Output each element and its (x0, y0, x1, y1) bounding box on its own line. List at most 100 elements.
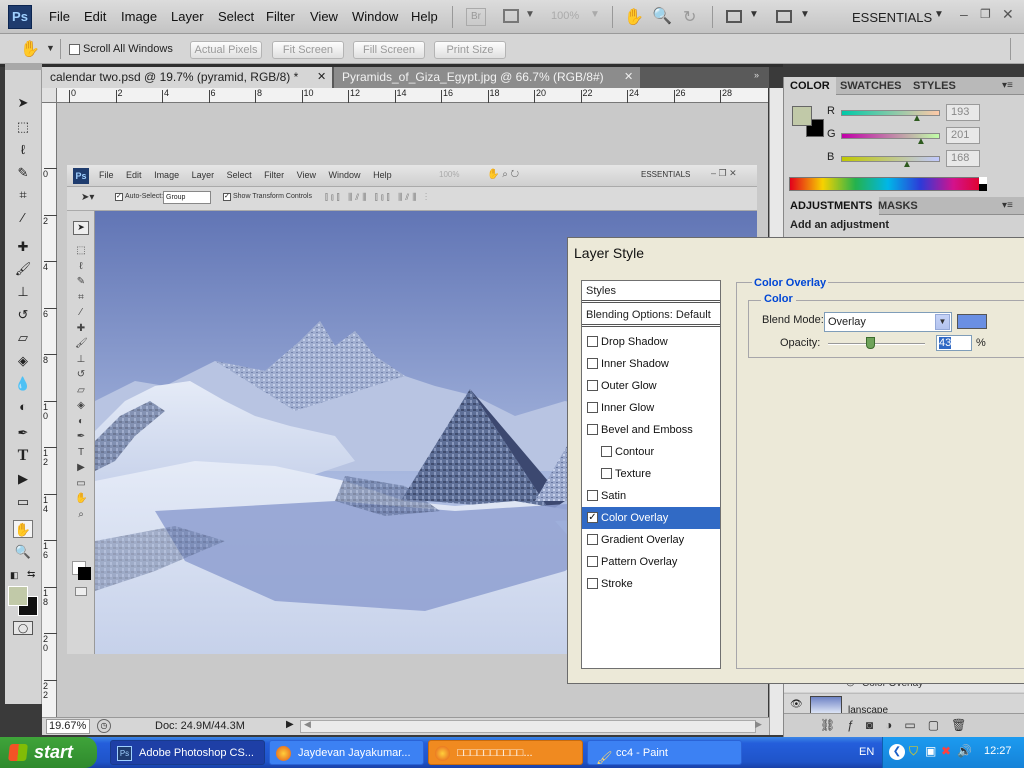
view-extras-icon[interactable] (503, 9, 519, 23)
bridge-button[interactable]: Br (466, 8, 486, 26)
blur-tool-icon[interactable]: 💧 (13, 375, 33, 393)
style-checkbox[interactable] (587, 578, 598, 589)
panel-menu-icon[interactable]: ▾≡ (1002, 200, 1013, 211)
menu-layer[interactable]: Layer (171, 0, 204, 34)
quick-mask-icon[interactable]: ◯ (13, 621, 33, 635)
close-icon[interactable]: ✕ (317, 67, 326, 88)
minimize-icon[interactable]: – (960, 6, 968, 22)
path-selection-tool-icon[interactable]: ▶ (13, 470, 33, 488)
chevron-down-icon[interactable]: ▼ (935, 314, 950, 330)
tray-back-icon[interactable]: ❮ (889, 744, 905, 760)
b-slider-thumb-icon[interactable]: ▲ (902, 159, 912, 170)
style-item-pattern-overlay[interactable]: Pattern Overlay (582, 551, 720, 573)
menu-edit[interactable]: Edit (84, 0, 106, 34)
opacity-slider[interactable] (828, 343, 925, 345)
eraser-tool-icon[interactable]: ▱ (13, 329, 33, 347)
print-size-button[interactable]: Print Size (434, 41, 506, 59)
tab-masks[interactable]: MASKS (872, 197, 924, 215)
b-value-field[interactable]: 168 (946, 150, 980, 167)
style-item-drop-shadow[interactable]: Drop Shadow (582, 331, 720, 353)
style-checkbox[interactable] (601, 468, 612, 479)
task-paint[interactable]: 🖌 cc4 - Paint (587, 740, 742, 765)
g-value-field[interactable]: 201 (946, 127, 980, 144)
tab-color[interactable]: COLOR (784, 77, 836, 95)
eyedropper-tool-icon[interactable]: ⁄ (13, 209, 33, 227)
zoom-level[interactable]: 100% (551, 10, 579, 22)
actual-pixels-button[interactable]: Actual Pixels (190, 41, 262, 59)
style-checkbox[interactable] (587, 534, 598, 545)
style-checkbox[interactable] (587, 336, 598, 347)
scroll-right-icon[interactable]: ▶ (755, 719, 762, 730)
layer-row[interactable]: 👁 lanscape (784, 693, 1024, 716)
clone-stamp-tool-icon[interactable]: ⊥ (13, 283, 33, 301)
chevron-down-icon[interactable]: ▼ (525, 9, 535, 20)
style-checkbox[interactable] (587, 380, 598, 391)
healing-brush-tool-icon[interactable]: ✚ (13, 238, 33, 256)
style-item-satin[interactable]: Satin (582, 485, 720, 507)
menu-filter[interactable]: Filter (266, 0, 295, 34)
close-icon[interactable]: ✕ (624, 67, 633, 88)
menu-window[interactable]: Window (352, 0, 398, 34)
tab-swatches[interactable]: SWATCHES (834, 77, 908, 95)
chevron-down-icon[interactable]: ▼ (46, 43, 55, 53)
horizontal-scrollbar[interactable] (300, 720, 756, 733)
menu-file[interactable]: File (49, 0, 70, 34)
zoom-icon[interactable]: 🔍 (652, 6, 672, 26)
shield-icon[interactable]: ⛉ (909, 744, 918, 759)
brush-tool-icon[interactable]: 🖌 (13, 260, 33, 278)
blend-mode-select[interactable]: Overlay ▼ (824, 312, 952, 332)
task-photoshop[interactable]: Ps Adobe Photoshop CS... (110, 740, 265, 765)
close-icon[interactable]: ✕ (1002, 6, 1014, 23)
opacity-slider-thumb[interactable] (865, 337, 875, 349)
style-item-stroke[interactable]: Stroke (582, 573, 720, 595)
screen-mode-icon[interactable] (776, 10, 792, 23)
styles-header[interactable]: Styles (582, 281, 720, 303)
blending-options-item[interactable]: Blending Options: Default (582, 305, 720, 327)
style-checkbox[interactable] (587, 358, 598, 369)
status-info-icon[interactable]: ◷ (97, 719, 111, 733)
style-checkbox[interactable] (601, 446, 612, 457)
quick-selection-tool-icon[interactable]: ✎ (13, 164, 33, 182)
chevron-down-icon[interactable]: ▼ (934, 9, 944, 20)
panel-collapse-icon[interactable]: » (754, 70, 759, 80)
menu-image[interactable]: Image (121, 0, 157, 34)
fit-screen-button[interactable]: Fit Screen (272, 41, 344, 59)
start-button[interactable]: start (0, 737, 97, 768)
chevron-down-icon[interactable]: ▼ (749, 9, 759, 20)
hand-tool-icon[interactable]: ✋ (20, 39, 40, 59)
g-slider-thumb-icon[interactable]: ▲ (916, 136, 926, 147)
fill-screen-button[interactable]: Fill Screen (353, 41, 425, 59)
status-menu-arrow-icon[interactable]: ▶ (286, 719, 294, 730)
swap-colors-icon[interactable]: ⇆ (27, 569, 35, 580)
network-icon[interactable]: ▣ (925, 744, 936, 758)
r-slider[interactable] (841, 110, 940, 116)
eye-icon[interactable]: 👁 (790, 699, 803, 710)
style-item-color-overlay[interactable]: ✓ Color Overlay (582, 507, 720, 529)
style-item-gradient-overlay[interactable]: Gradient Overlay (582, 529, 720, 551)
style-checkbox[interactable] (587, 556, 598, 567)
style-checkbox[interactable] (587, 490, 598, 501)
tab-pyramids-of-giza[interactable]: Pyramids_of_Giza_Egypt.jpg @ 66.7% (RGB/… (334, 67, 640, 88)
crop-tool-icon[interactable]: ⌗ (13, 186, 33, 204)
tab-styles[interactable]: STYLES (907, 77, 962, 95)
style-item-texture[interactable]: Texture (582, 463, 720, 485)
zoom-percentage-field[interactable]: 19.67% (46, 719, 90, 734)
color-spectrum-ramp[interactable] (789, 177, 987, 191)
overlay-color-swatch[interactable] (957, 314, 987, 329)
shape-tool-icon[interactable]: ▭ (13, 493, 33, 511)
menu-select[interactable]: Select (218, 0, 254, 34)
scroll-all-windows-checkbox[interactable] (69, 44, 80, 55)
style-item-contour[interactable]: Contour (582, 441, 720, 463)
style-item-inner-shadow[interactable]: Inner Shadow (582, 353, 720, 375)
default-colors-icon[interactable]: ◧ (10, 570, 19, 581)
chevron-down-icon[interactable]: ▼ (590, 9, 600, 20)
foreground-color-swatch[interactable] (8, 586, 28, 606)
r-value-field[interactable]: 193 (946, 104, 980, 121)
zoom-tool-icon[interactable]: 🔍 (13, 543, 33, 561)
dodge-tool-icon[interactable]: ◐ (13, 398, 33, 416)
hand-tool-icon[interactable]: ✋ (13, 520, 33, 538)
task-firefox-2[interactable]: □□□□□□□□□□... (428, 740, 583, 765)
style-item-outer-glow[interactable]: Outer Glow (582, 375, 720, 397)
move-tool-icon[interactable]: ➤ (13, 94, 33, 112)
language-indicator[interactable]: EN (859, 746, 874, 758)
